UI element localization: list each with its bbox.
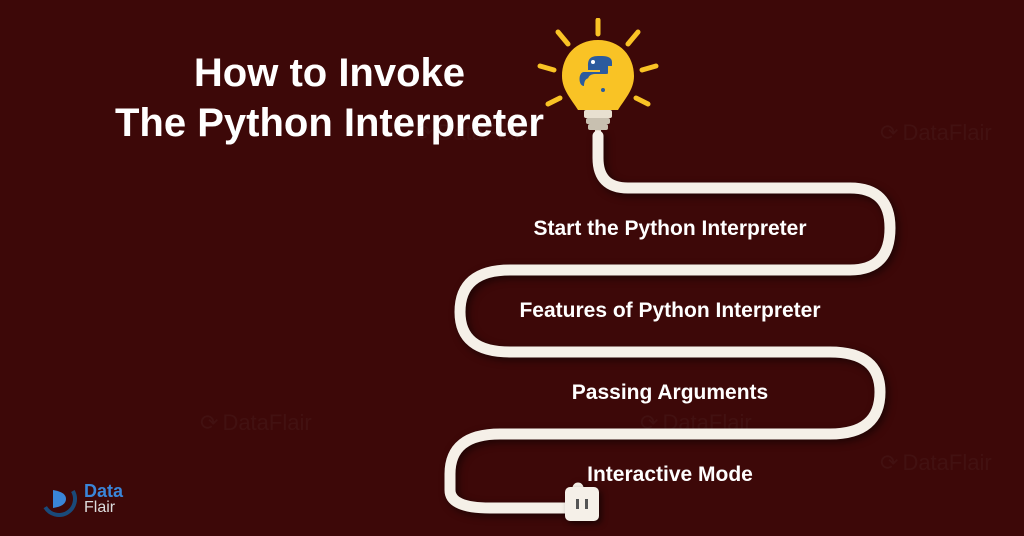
logo-line-2: Flair [84,500,123,516]
list-item: Interactive Mode [430,434,910,516]
logo-text: Data Flair [84,482,123,516]
item-label: Passing Arguments [572,381,768,405]
logo-line-1: Data [84,482,123,500]
power-socket-icon [565,487,599,521]
title-line-1: How to Invoke [115,48,544,98]
item-label: Interactive Mode [587,463,753,487]
item-label: Features of Python Interpreter [519,299,820,323]
list-item: Start the Python Interpreter [430,188,910,270]
list-item: Passing Arguments [430,352,910,434]
list-item: Features of Python Interpreter [430,270,910,352]
item-label: Start the Python Interpreter [533,217,806,241]
brand-logo: Data Flair [40,480,123,518]
watermark: ⟳DataFlair [200,410,312,436]
logo-icon [40,480,78,518]
topic-list: Start the Python Interpreter Features of… [430,188,910,516]
